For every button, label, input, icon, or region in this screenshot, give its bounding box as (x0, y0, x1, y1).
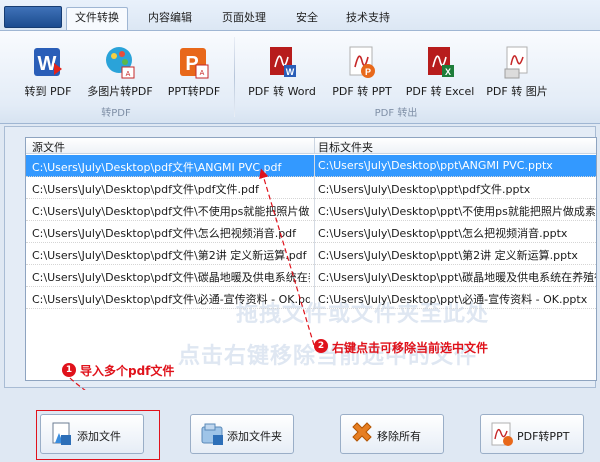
pdf-to-image-label: PDF 转 图片 (486, 85, 548, 98)
convert-pdf-to-ppt-button[interactable]: PDF转PPT (480, 414, 584, 454)
convert-pdf-to-ppt-label: PDF转PPT (517, 430, 570, 443)
svg-text:A: A (126, 71, 131, 78)
file-list-header: 源文件 目标文件夹 (26, 138, 596, 155)
group-divider (234, 37, 235, 117)
ppt-to-pdf-button[interactable]: PA PPT转PDF (162, 41, 226, 98)
remove-all-button[interactable]: 移除所有 (340, 414, 444, 454)
svg-text:A: A (200, 70, 205, 77)
file-row[interactable]: C:\Users\July\Desktop\pdf文件\必通-宣传资料 - OK… (26, 287, 596, 309)
file-list-frame: 拖拽文件或文件夹至此处 点击右键移除当前选中的文件 源文件 目标文件夹 C:\U… (4, 126, 597, 388)
pdf-to-word-icon: W (266, 45, 298, 79)
add-folder-button[interactable]: 添加文件夹 (190, 414, 294, 454)
ribbon-panel: W 转到 PDF A 多图片转PDF PA PPT转PDF 转PDF W PDF… (0, 30, 600, 124)
images-to-pdf-button[interactable]: A 多图片转PDF (84, 41, 156, 98)
file-row[interactable]: C:\Users\July\Desktop\pdf文件\pdf文件.pdf C:… (26, 177, 596, 199)
target-path: C:\Users\July\Desktop\ppt\第2讲 定义新运算.pptx (318, 249, 578, 262)
target-path: C:\Users\July\Desktop\ppt\pdf文件.pptx (318, 183, 531, 196)
source-path: C:\Users\July\Desktop\pdf文件\必通-宣传资料 - OK… (32, 293, 310, 306)
file-row[interactable]: C:\Users\July\Desktop\pdf文件\怎么把视频消音.pdf … (26, 221, 596, 243)
pdf-to-excel-button[interactable]: X PDF 转 Excel (400, 41, 480, 98)
word-to-pdf-icon: W (32, 45, 64, 79)
step-2-note: 右键点击可移除当前选中文件 (332, 341, 489, 355)
group-from-pdf-caption: PDF 转出 (374, 108, 418, 119)
target-path: C:\Users\July\Desktop\ppt\怎么把视频消音.pptx (318, 227, 568, 240)
pdf-to-ppt-icon: P (346, 45, 378, 79)
pdf-to-excel-label: PDF 转 Excel (405, 85, 475, 98)
file-row[interactable]: C:\Users\July\Desktop\pdf文件\不使用ps就能把照片做成… (26, 199, 596, 221)
add-file-icon (49, 421, 75, 447)
step-1-note: 导入多个pdf文件 (80, 364, 175, 378)
tab-content-edit[interactable]: 内容编辑 (140, 8, 200, 30)
target-path: C:\Users\July\Desktop\ppt\碳晶地暖及供电系统在养殖行业 (318, 271, 596, 284)
tab-tech-support[interactable]: 技术支持 (338, 8, 398, 30)
pdf-to-ppt-button[interactable]: P PDF 转 PPT (326, 41, 398, 98)
bottom-toolbar: 添加文件 添加文件夹 移除所有 PDF转PPT (0, 390, 600, 462)
source-path: C:\Users\July\Desktop\pdf文件\怎么把视频消音.pdf (32, 227, 297, 240)
pdf-to-image-icon (501, 45, 533, 79)
target-path: C:\Users\July\Desktop\ppt\必通-宣传资料 - OK.p… (318, 293, 588, 306)
svg-text:P: P (365, 67, 371, 77)
word-to-pdf-label: 转到 PDF (24, 85, 72, 98)
group-to-pdf: W 转到 PDF A 多图片转PDF PA PPT转PDF 转PDF (0, 33, 232, 123)
word-to-pdf-button[interactable]: W 转到 PDF (18, 41, 78, 98)
target-path: C:\Users\July\Desktop\ppt\ANGMI PVC.pptx (318, 159, 553, 172)
app-menu-button[interactable] (4, 6, 62, 28)
step-2-badge: 2 (314, 339, 328, 353)
pdf-to-excel-icon: X (424, 45, 456, 79)
target-path: C:\Users\July\Desktop\ppt\不使用ps就能把照片做成素描… (318, 205, 596, 218)
tab-page-processing[interactable]: 页面处理 (214, 8, 274, 30)
column-header-target[interactable]: 目标文件夹 (318, 139, 373, 155)
remove-all-icon (349, 421, 375, 447)
pdf-to-ppt-label: PDF 转 PPT (332, 85, 392, 98)
images-to-pdf-icon: A (104, 45, 136, 79)
file-row[interactable]: C:\Users\July\Desktop\pdf文件\第2讲 定义新运算.pd… (26, 243, 596, 265)
ppt-to-pdf-icon: PA (178, 45, 210, 79)
images-to-pdf-label: 多图片转PDF (87, 85, 153, 98)
source-path: C:\Users\July\Desktop\pdf文件\第2讲 定义新运算.pd… (32, 249, 307, 262)
source-path: C:\Users\July\Desktop\pdf文件\不使用ps就能把照片做成 (32, 205, 310, 218)
file-list[interactable]: 拖拽文件或文件夹至此处 点击右键移除当前选中的文件 源文件 目标文件夹 C:\U… (25, 137, 597, 381)
file-row[interactable]: C:\Users\July\Desktop\pdf文件\ANGMI PVC.pd… (26, 155, 596, 177)
source-path: C:\Users\July\Desktop\pdf文件\ANGMI PVC.pd… (32, 161, 282, 174)
group-from-pdf: W PDF 转 Word P PDF 转 PPT X PDF 转 Excel P… (238, 33, 554, 123)
pdf-to-word-label: PDF 转 Word (248, 85, 316, 98)
ppt-to-pdf-label: PPT转PDF (167, 85, 221, 98)
svg-text:W: W (38, 53, 57, 75)
svg-text:W: W (286, 67, 295, 77)
ribbon-tab-bar: 文件转换 内容编辑 页面处理 安全 技术支持 (0, 0, 600, 31)
file-row[interactable]: C:\Users\July\Desktop\pdf文件\碳晶地暖及供电系统在养 … (26, 265, 596, 287)
pdf-to-ppt-icon (489, 421, 515, 447)
add-folder-icon (199, 421, 225, 447)
remove-all-label: 移除所有 (377, 430, 421, 443)
add-file-label: 添加文件 (77, 430, 121, 443)
svg-text:X: X (445, 67, 451, 77)
pdf-to-image-button[interactable]: PDF 转 图片 (482, 41, 552, 98)
column-header-source[interactable]: 源文件 (32, 139, 65, 155)
source-path: C:\Users\July\Desktop\pdf文件\碳晶地暖及供电系统在养 (32, 271, 310, 284)
step-1-badge: 1 (62, 363, 76, 377)
tab-security[interactable]: 安全 (288, 8, 326, 30)
add-file-button[interactable]: 添加文件 (40, 414, 144, 454)
group-to-pdf-caption: 转PDF (101, 108, 131, 119)
tab-file-conversion[interactable]: 文件转换 (66, 7, 128, 31)
add-folder-label: 添加文件夹 (227, 430, 282, 443)
source-path: C:\Users\July\Desktop\pdf文件\pdf文件.pdf (32, 183, 259, 196)
pdf-to-word-button[interactable]: W PDF 转 Word (242, 41, 322, 98)
column-divider[interactable] (314, 138, 315, 154)
